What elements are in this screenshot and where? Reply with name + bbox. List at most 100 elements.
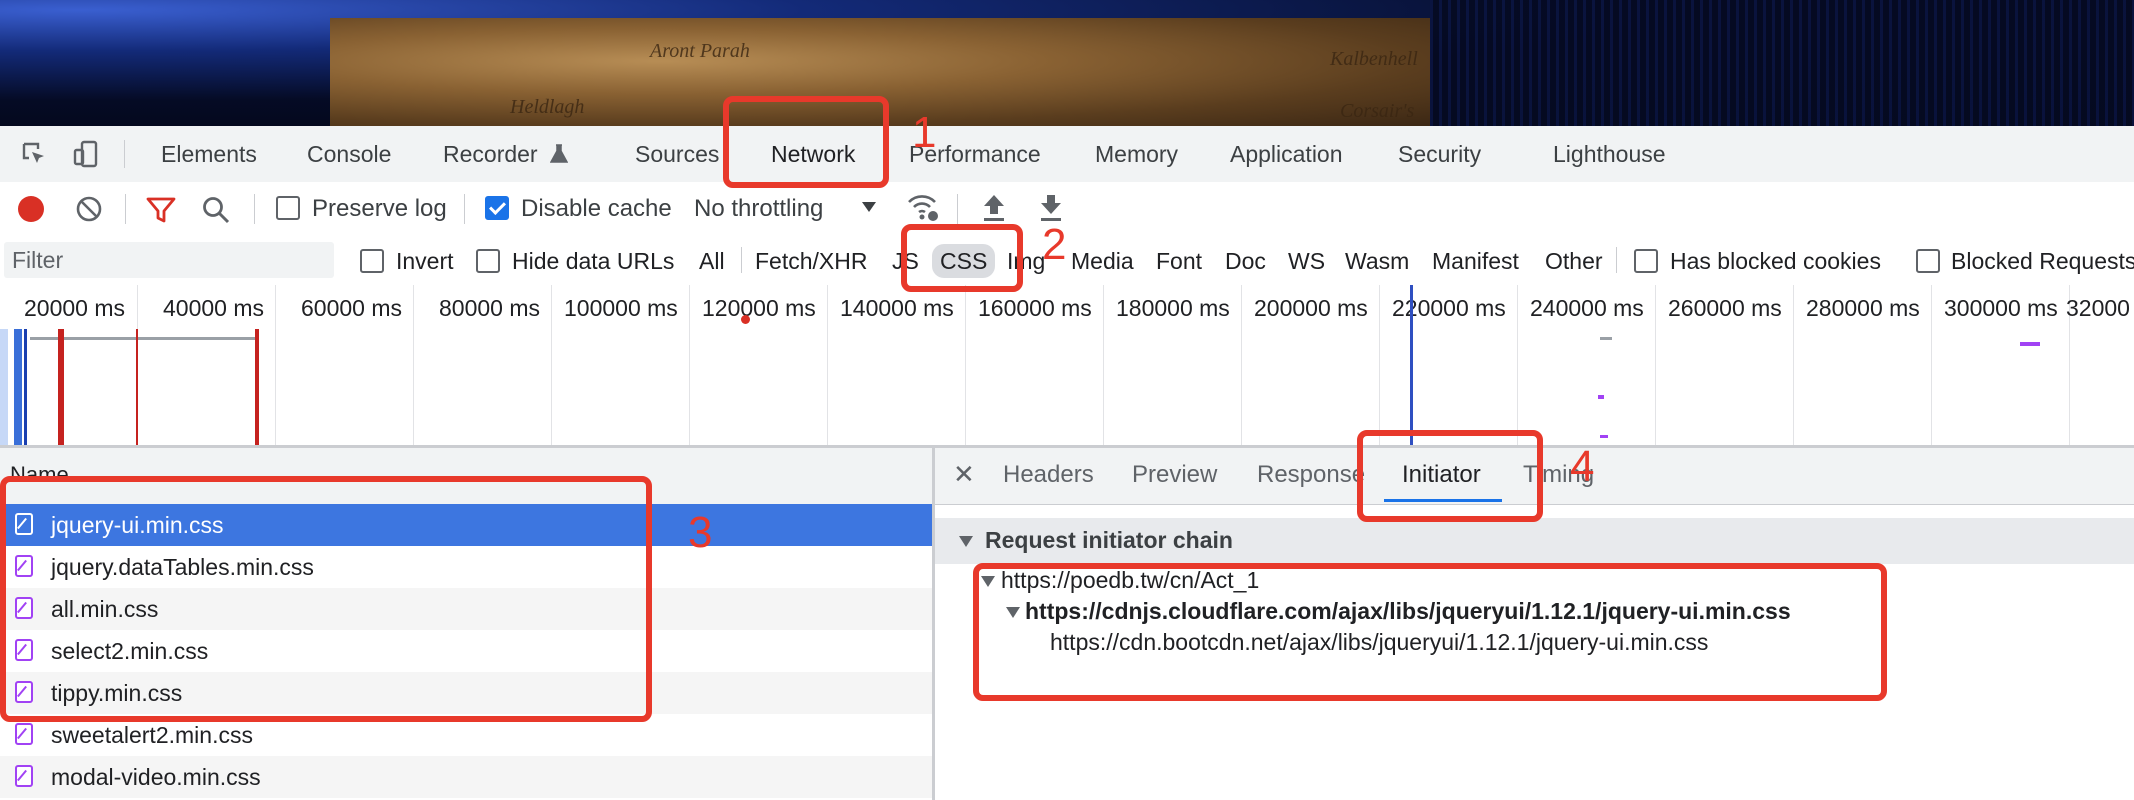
tab-memory[interactable]: Memory [1095,140,1178,168]
tab-recorder[interactable]: Recorder [443,140,569,168]
invert-label[interactable]: Invert [396,247,454,275]
annotation-box [0,476,652,722]
network-conditions-icon[interactable] [906,192,940,224]
filter-type-media[interactable]: Media [1071,247,1134,275]
tab-sources[interactable]: Sources [635,140,719,168]
filter-type-fetch-xhr[interactable]: Fetch/XHR [755,247,867,275]
invert-checkbox[interactable] [360,249,384,273]
timeline-bar [1598,395,1604,399]
banner-stripes [1430,0,2134,126]
tick-label: 260000 ms [1668,295,1782,321]
tab-elements[interactable]: Elements [161,140,257,168]
export-har-icon[interactable] [1038,193,1064,223]
hide-data-urls-label[interactable]: Hide data URLs [512,247,674,275]
map-label: Aront Parah [650,40,750,62]
tick-label: 40000 ms [163,295,265,321]
device-toolbar-icon[interactable] [72,140,100,168]
record-icon[interactable] [16,194,46,224]
divider [124,140,125,168]
css-file-icon [15,765,33,787]
blocked-requests-checkbox[interactable] [1916,249,1940,273]
tick-label: 280000 ms [1806,295,1920,321]
chevron-down-icon[interactable] [862,202,876,212]
has-blocked-cookies-label[interactable]: Has blocked cookies [1670,247,1881,275]
timeline-bar [30,337,258,340]
network-toolbar: Preserve log Disable cache No throttling [0,182,2134,236]
tick-label: 300000 ms [1944,295,2058,321]
tick-label: 100000 ms [564,295,678,321]
grid-line [1103,285,1104,445]
divider [957,194,958,224]
search-icon[interactable] [201,195,231,225]
throttling-select[interactable]: No throttling [694,195,823,223]
filter-type-other[interactable]: Other [1545,247,1603,275]
network-overview[interactable]: 20000 ms 40000 ms 60000 ms 80000 ms 1000… [0,285,2134,448]
expand-arrow-icon[interactable] [959,536,973,547]
flask-icon [549,144,569,163]
grid-line [1241,285,1242,445]
has-blocked-cookies-checkbox[interactable] [1634,249,1658,273]
filter-type-all[interactable]: All [699,247,725,275]
initiator-chain-title: Request initiator chain [985,527,1233,553]
timeline-bar [24,329,27,445]
filter-type-font[interactable]: Font [1156,247,1202,275]
filter-type-manifest[interactable]: Manifest [1432,247,1519,275]
annotation-number: 2 [1042,220,1067,269]
tick-label: 20000 ms [24,295,126,321]
preserve-log-label[interactable]: Preserve log [312,195,447,223]
tab-application[interactable]: Application [1230,140,1343,168]
tab-lighthouse[interactable]: Lighthouse [1553,140,1666,168]
tab-recorder-label: Recorder [443,141,538,167]
request-row[interactable]: modal-video.min.css [0,756,932,798]
tick-label: 80000 ms [439,295,541,321]
tab-console[interactable]: Console [307,140,391,168]
filter-type-wasm[interactable]: Wasm [1345,247,1409,275]
disable-cache-checkbox[interactable] [485,196,509,220]
preserve-log-checkbox[interactable] [276,196,300,220]
divider [254,194,255,224]
disable-cache-label[interactable]: Disable cache [521,195,672,223]
divider [125,194,126,224]
grid-line [1517,285,1518,445]
tick-label: 180000 ms [1116,295,1230,321]
tab-response[interactable]: Response [1257,461,1365,489]
grid-line [551,285,552,445]
tick-label: 200000 ms [1254,295,1368,321]
tab-preview[interactable]: Preview [1132,461,1217,489]
annotation-box [723,96,889,188]
initiator-chain-header[interactable]: Request initiator chain [935,518,2134,564]
map-label: Corsair's [1340,100,1415,122]
filter-type-doc[interactable]: Doc [1225,247,1266,275]
tab-security[interactable]: Security [1398,140,1481,168]
tick-label: 32000 [2066,295,2130,321]
annotation-number: 4 [1570,442,1595,491]
filter-input[interactable] [4,242,334,278]
annotation-box [1357,430,1543,522]
tick-label: 160000 ms [978,295,1092,321]
grid-line [1379,285,1380,445]
divider [741,247,742,273]
grid-line [1655,285,1656,445]
blocked-requests-label[interactable]: Blocked Requests [1951,247,2134,275]
annotation-number: 1 [912,108,937,157]
grid-line [965,285,966,445]
timeline-bar [1600,435,1608,438]
request-name: sweetalert2.min.css [51,722,253,748]
hide-data-urls-checkbox[interactable] [476,249,500,273]
network-filter-bar: Invert Hide data URLs All Fetch/XHR JS C… [0,235,2134,286]
tab-headers[interactable]: Headers [1003,461,1094,489]
css-file-icon [15,723,33,745]
filter-icon[interactable] [146,196,176,224]
grid-line [1793,285,1794,445]
timeline-bar [2020,342,2040,346]
clear-icon[interactable] [75,195,103,223]
timeline-bar [14,329,22,445]
filter-type-ws[interactable]: WS [1288,247,1325,275]
grid-line [1931,285,1932,445]
tick-label: 120000 ms [702,295,816,321]
inspect-element-icon[interactable] [20,140,48,168]
close-icon[interactable]: ✕ [953,459,975,490]
page-banner: Aront Parah Kalbenhell Heldlagh Corsair'… [0,0,2134,126]
import-har-icon[interactable] [981,193,1007,223]
divider [1616,247,1617,273]
